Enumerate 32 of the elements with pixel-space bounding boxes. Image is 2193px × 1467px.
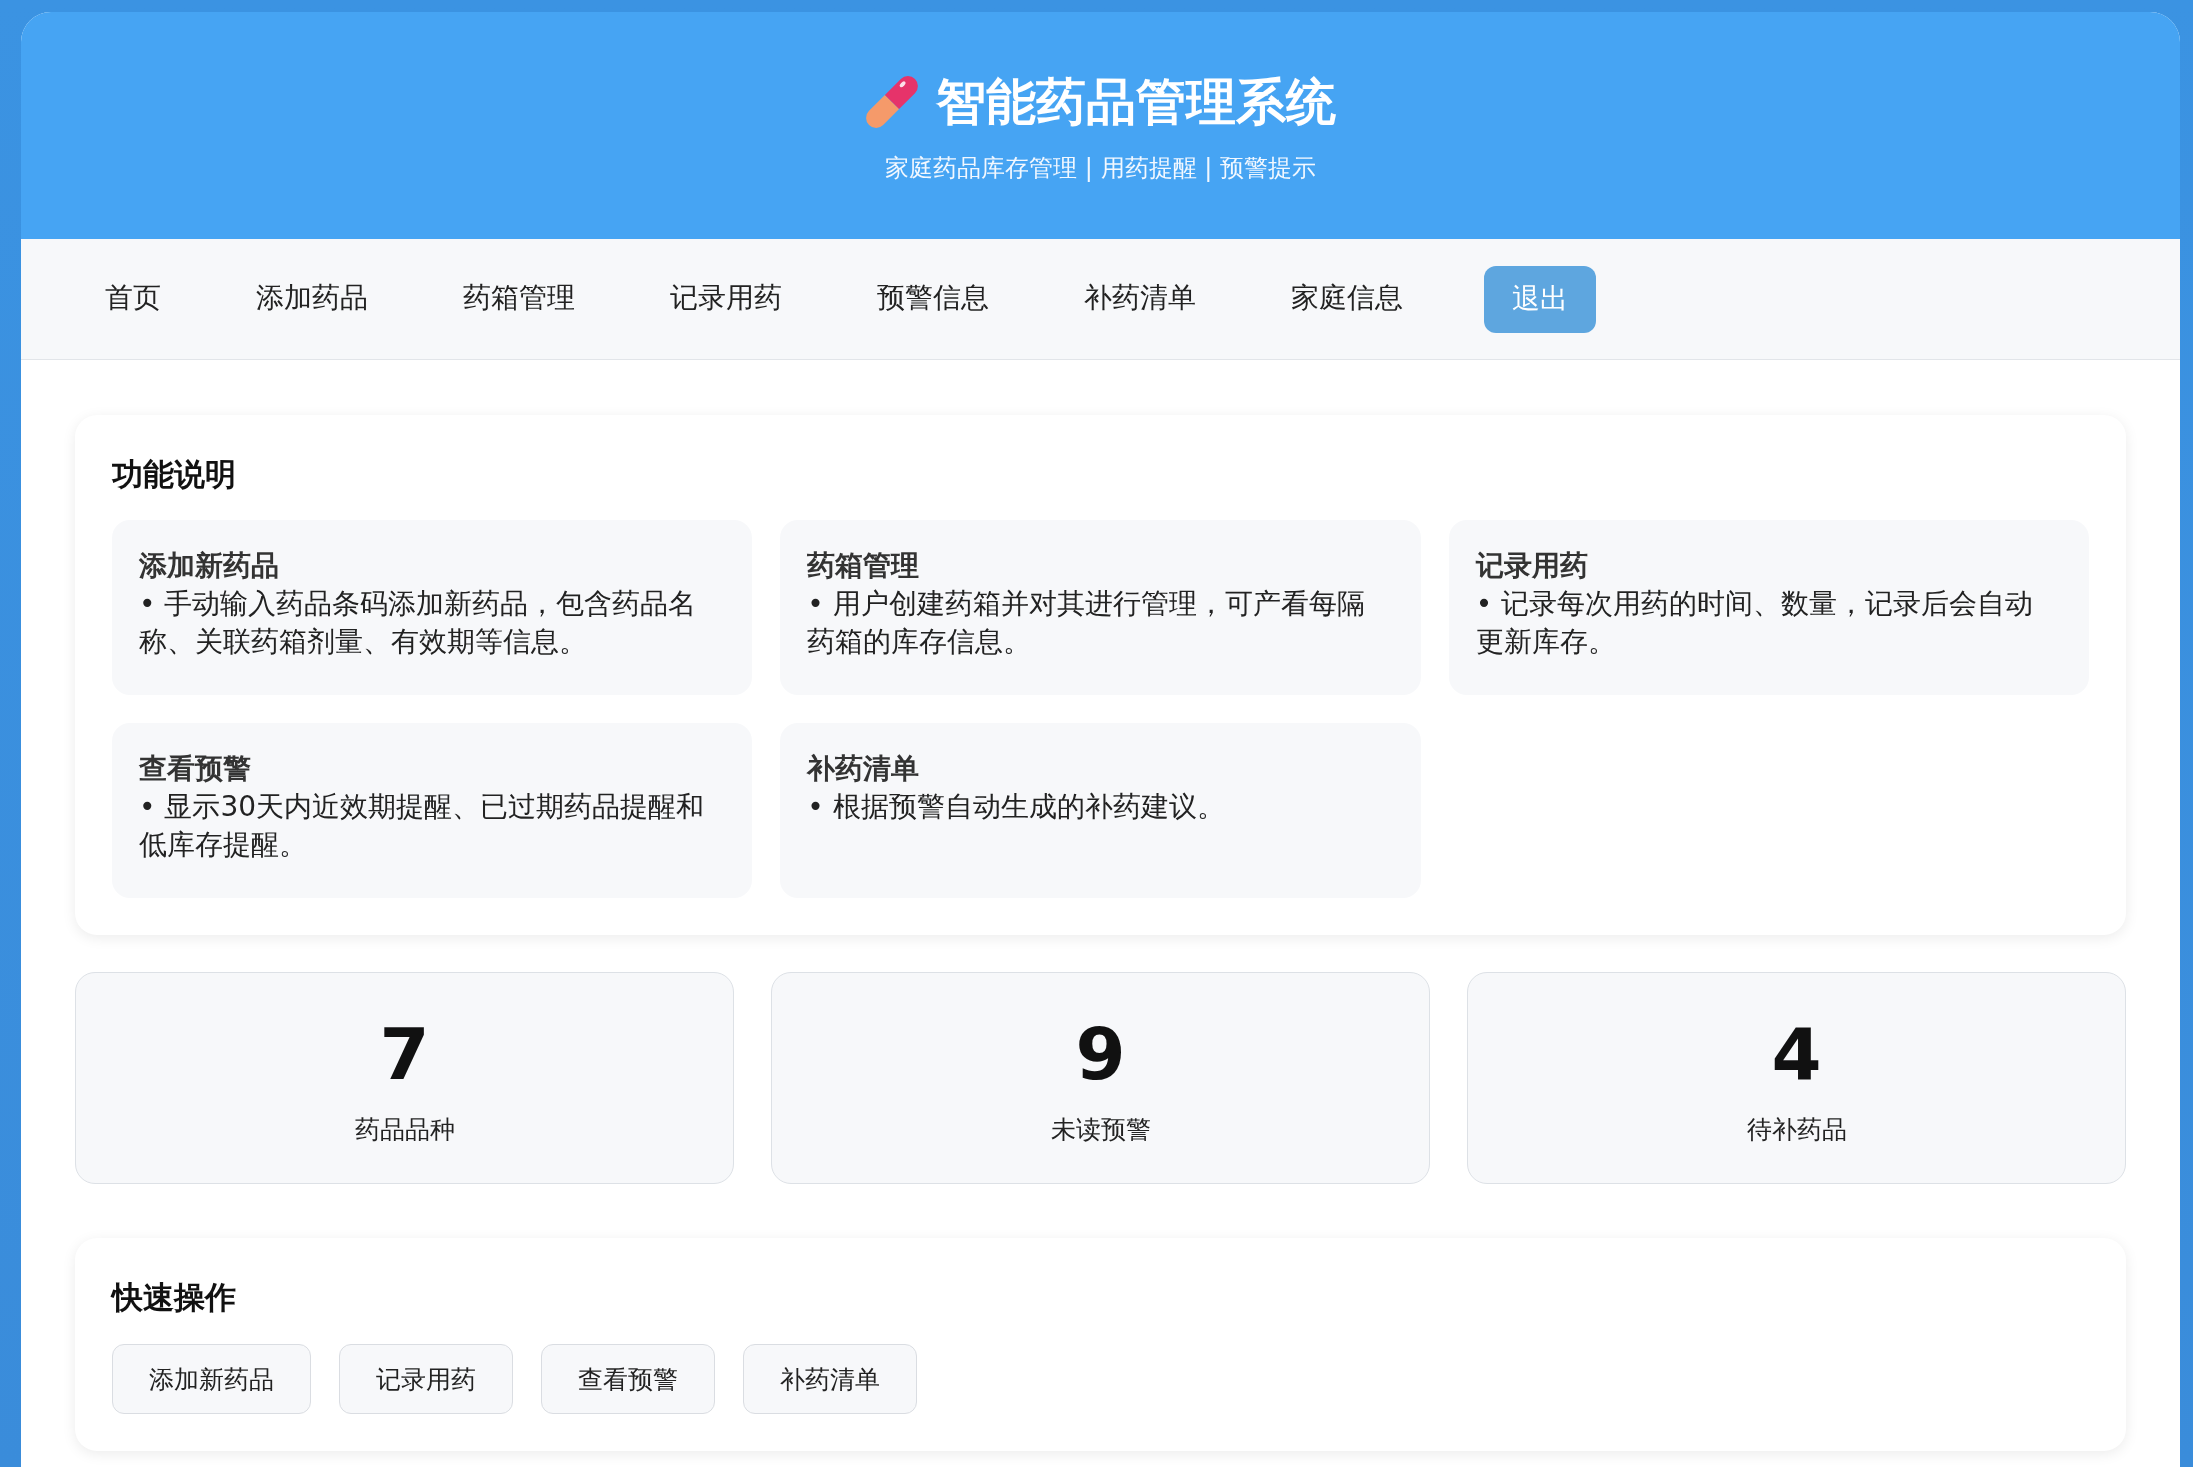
nav-link[interactable]: 预警信息	[863, 265, 1003, 333]
feature-description: • 手动输入药品条码添加新药品，包含药品名称、关联药箱剂量、有效期等信息。	[139, 586, 698, 660]
app-title: 智能药品管理系统	[935, 72, 1336, 132]
feature-description: • 用户创建药箱并对其进行管理，可产看每隔药箱的库存信息。	[807, 586, 1366, 660]
quick-action-button[interactable]: 添加新药品	[112, 1344, 311, 1414]
section-title: 快速操作	[112, 1278, 237, 1317]
feature-description: • 根据预警自动生成的补药建议。	[807, 789, 1226, 825]
feature-title: 添加新药品	[139, 548, 280, 584]
quick-action-button[interactable]: 补药清单	[743, 1344, 917, 1414]
nav-link[interactable]: 记录用药	[656, 265, 796, 333]
nav-link[interactable]: 家庭信息	[1277, 265, 1417, 333]
feature-title: 查看预警	[139, 751, 252, 787]
feature-description: • 显示30天内近效期提醒、已过期药品提醒和低库存提醒。	[139, 789, 706, 863]
feature-title: 补药清单	[807, 751, 921, 787]
stat-label: 药品品种	[354, 1114, 455, 1146]
stat-value: 7	[379, 1011, 430, 1097]
stat-label: 待补药品	[1746, 1114, 1847, 1146]
stat-value: 4	[1771, 1011, 1822, 1097]
nav-link[interactable]: 补药清单	[1070, 265, 1210, 333]
section-title: 功能说明	[112, 455, 237, 494]
pill-icon	[865, 76, 918, 128]
quick-action-button[interactable]: 查看预警	[541, 1344, 715, 1414]
feature-description: • 记录每次用药的时间、数量，记录后会自动更新库存。	[1475, 586, 2035, 660]
nav-link[interactable]: 添加药品	[242, 265, 382, 333]
stat-value: 9	[1075, 1011, 1126, 1097]
feature-title: 药箱管理	[807, 548, 921, 584]
feature-title: 记录用药	[1475, 548, 1589, 584]
nav-link[interactable]: 首页	[91, 265, 175, 333]
nav-link[interactable]: 药箱管理	[449, 265, 589, 333]
app-subtitle: 家庭药品库存管理 | 用药提醒 | 预警提示	[885, 153, 1316, 184]
stat-label: 未读预警	[1050, 1114, 1151, 1146]
quick-action-button[interactable]: 记录用药	[339, 1344, 513, 1414]
